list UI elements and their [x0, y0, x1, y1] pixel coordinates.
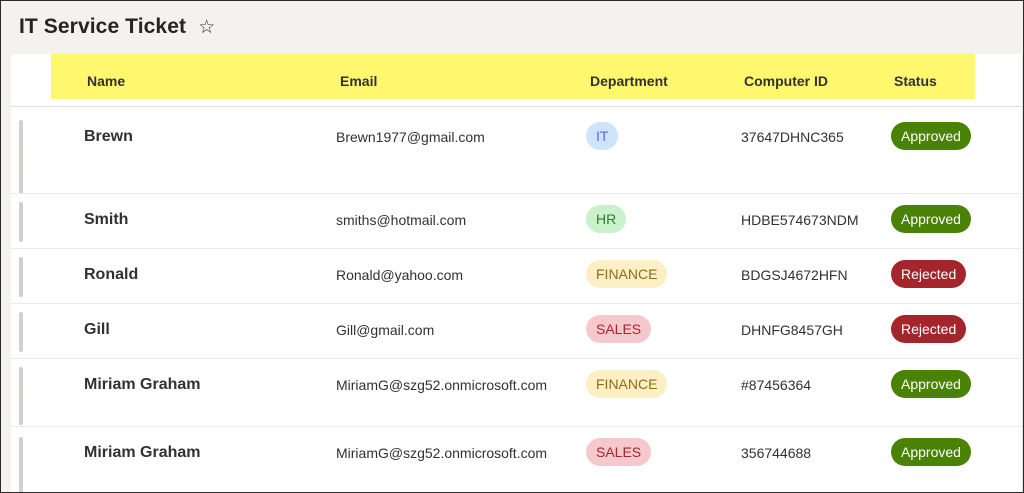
row-selector[interactable]: [19, 312, 23, 352]
table-row[interactable]: Ronald Ronald@yahoo.com FINANCE BDGSJ467…: [11, 249, 1023, 304]
cell-name: Smith: [84, 211, 129, 228]
row-selector[interactable]: [19, 367, 23, 425]
table-row[interactable]: Gill Gill@gmail.com SALES DHNFG8457GH Re…: [11, 304, 1023, 359]
cell-email: Ronald@yahoo.com: [336, 267, 464, 283]
department-pill: HR: [586, 205, 627, 233]
cell-computer-id: DHNFG8457GH: [741, 322, 843, 338]
table-row[interactable]: Miriam Graham MiriamG@szg52.onmicrosoft.…: [11, 427, 1023, 492]
cell-computer-id: 37647DHNC365: [741, 129, 844, 145]
cell-name: Brewn: [84, 128, 133, 145]
list-panel: Name Email Department Computer ID Status…: [11, 54, 1023, 492]
cell-email: smiths@hotmail.com: [336, 212, 467, 228]
cell-name: Miriam Graham: [84, 444, 201, 461]
row-selector[interactable]: [19, 120, 23, 194]
column-header-name[interactable]: Name: [87, 54, 125, 99]
status-badge[interactable]: Approved: [891, 370, 971, 398]
department-pill: SALES: [586, 438, 652, 466]
column-header-computer-id[interactable]: Computer ID: [744, 54, 828, 99]
cell-name: Miriam Graham: [84, 376, 201, 393]
department-pill: FINANCE: [586, 370, 668, 398]
status-badge[interactable]: Approved: [891, 122, 971, 150]
department-pill: SALES: [586, 315, 652, 343]
cell-computer-id: BDGSJ4672HFN: [741, 267, 848, 283]
column-header-status[interactable]: Status: [894, 54, 937, 99]
title-bar: IT Service Ticket ☆: [1, 1, 1023, 53]
page-title: IT Service Ticket: [19, 15, 187, 38]
status-badge[interactable]: Approved: [891, 205, 971, 233]
cell-email: MiriamG@szg52.onmicrosoft.com: [336, 445, 548, 461]
column-header-email[interactable]: Email: [340, 54, 377, 99]
cell-email: Gill@gmail.com: [336, 322, 435, 338]
cell-computer-id: HDBE574673NDM: [741, 212, 859, 228]
cell-computer-id: #87456364: [741, 377, 812, 393]
panel-edge: [1022, 54, 1023, 492]
row-selector[interactable]: [19, 202, 23, 242]
status-badge[interactable]: Rejected: [891, 315, 967, 343]
status-badge[interactable]: Approved: [891, 438, 971, 466]
status-badge[interactable]: Rejected: [891, 260, 967, 288]
department-pill: IT: [586, 122, 619, 150]
star-icon[interactable]: ☆: [198, 18, 215, 37]
table-row[interactable]: Brewn Brewn1977@gmail.com IT 37647DHNC36…: [11, 108, 1023, 194]
column-header-department[interactable]: Department: [590, 54, 668, 99]
app-frame: IT Service Ticket ☆ Name Email Departmen…: [0, 0, 1024, 493]
column-header-row: Name Email Department Computer ID Status: [51, 54, 975, 99]
header-divider: [11, 106, 1023, 107]
table-row[interactable]: Smith smiths@hotmail.com HR HDBE574673ND…: [11, 194, 1023, 249]
row-selector[interactable]: [19, 257, 23, 297]
cell-name: Gill: [84, 321, 110, 338]
department-pill: FINANCE: [586, 260, 668, 288]
row-selector[interactable]: [19, 437, 23, 492]
cell-email: MiriamG@szg52.onmicrosoft.com: [336, 377, 548, 393]
cell-name: Ronald: [84, 266, 139, 283]
cell-computer-id: 356744688: [741, 445, 812, 461]
cell-email: Brewn1977@gmail.com: [336, 129, 485, 145]
table-row[interactable]: Miriam Graham MiriamG@szg52.onmicrosoft.…: [11, 359, 1023, 427]
